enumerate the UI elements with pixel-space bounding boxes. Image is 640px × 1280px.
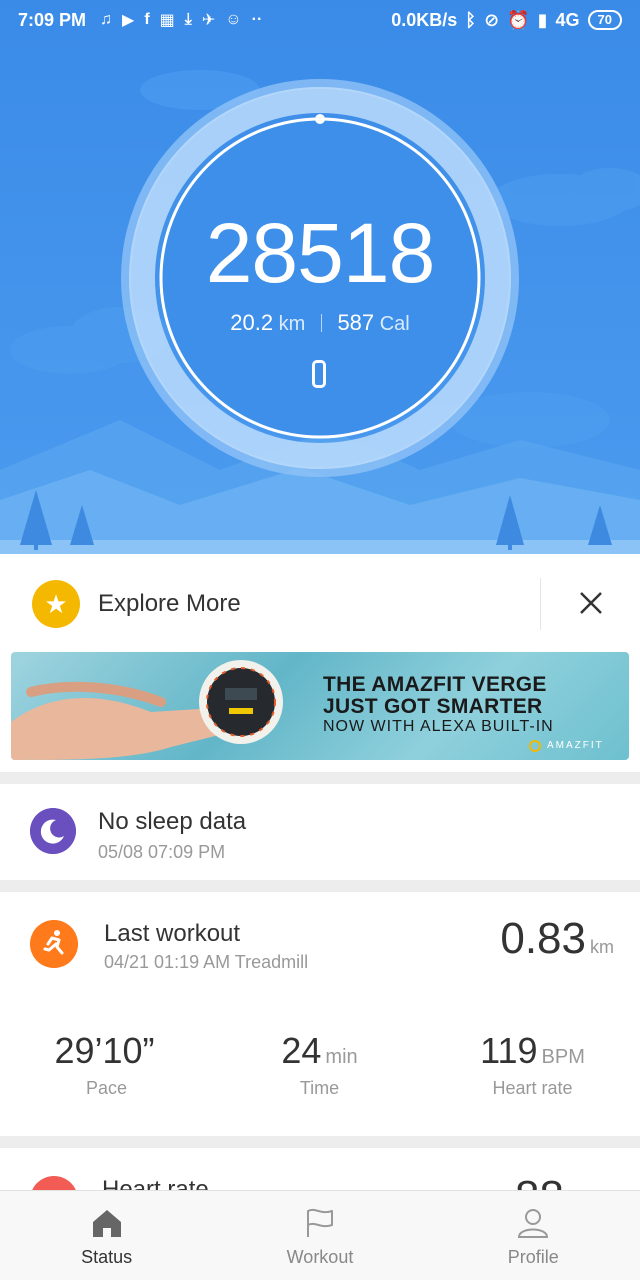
explore-divider <box>540 578 541 630</box>
person-icon <box>518 1209 549 1238</box>
star-icon: ★ <box>32 580 80 628</box>
explore-title[interactable]: Explore More <box>98 590 241 618</box>
flag-icon <box>306 1208 333 1237</box>
nav-status[interactable]: Status <box>0 1191 213 1280</box>
calories-value: 587 <box>337 310 375 335</box>
workout-distance: 0.83 km <box>500 914 614 963</box>
step-count: 28518 <box>205 206 436 300</box>
workout-title: Last workout <box>104 920 241 947</box>
explore-card: ★ Explore More THE AMAZFIT VERGE JUST GO… <box>0 554 640 772</box>
sleep-timestamp: 05/08 07:09 PM <box>98 842 226 862</box>
pace-metric: 29’10” Pace <box>54 1030 155 1098</box>
nav-profile[interactable]: Profile <box>427 1191 640 1280</box>
close-icon[interactable] <box>574 586 608 620</box>
calories-unit: Cal <box>379 313 410 335</box>
promo-banner[interactable]: THE AMAZFIT VERGE JUST GOT SMARTER NOW W… <box>11 652 629 760</box>
svg-text:z: z <box>58 821 62 830</box>
distance-unit: km <box>278 313 306 335</box>
brand-logo-icon <box>529 740 541 752</box>
activity-hero: 7:09 PM ♫ ▶ f ▦ ⤓ ✈ ☺ ·· 0.0KB/s ᛒ ⊘ ⏰ ▮… <box>0 0 640 554</box>
workout-card[interactable]: Last workout 04/21 01:19 AM Treadmill 0.… <box>0 892 640 1136</box>
sleep-card[interactable]: z No sleep data 05/08 07:09 PM <box>0 784 640 880</box>
banner-headline: THE AMAZFIT VERGE JUST GOT SMARTER <box>323 673 547 718</box>
watch-hand-image <box>11 660 283 760</box>
summary-divider <box>320 314 322 332</box>
bottom-nav: Status Workout Profile <box>0 1190 640 1280</box>
heart-rate-metric: 119 BPM Heart rate <box>480 1030 585 1098</box>
banner-tagline: NOW WITH ALEXA BUILT-IN <box>323 718 554 735</box>
band-icon[interactable] <box>312 360 326 388</box>
time-metric: 24 min Time <box>281 1030 358 1098</box>
running-icon <box>30 920 78 968</box>
ring-progress-dot <box>315 114 325 124</box>
workout-detail: 04/21 01:19 AM Treadmill <box>104 952 309 972</box>
distance-value: 20.2 <box>230 310 274 335</box>
banner-brand: AMAZFIT <box>547 740 604 751</box>
sleep-title: No sleep data <box>98 808 247 835</box>
nav-workout[interactable]: Workout <box>213 1191 426 1280</box>
home-icon <box>92 1210 121 1237</box>
moon-icon: z <box>30 808 76 854</box>
activity-summary: 20.2 km 587 Cal <box>0 310 640 336</box>
